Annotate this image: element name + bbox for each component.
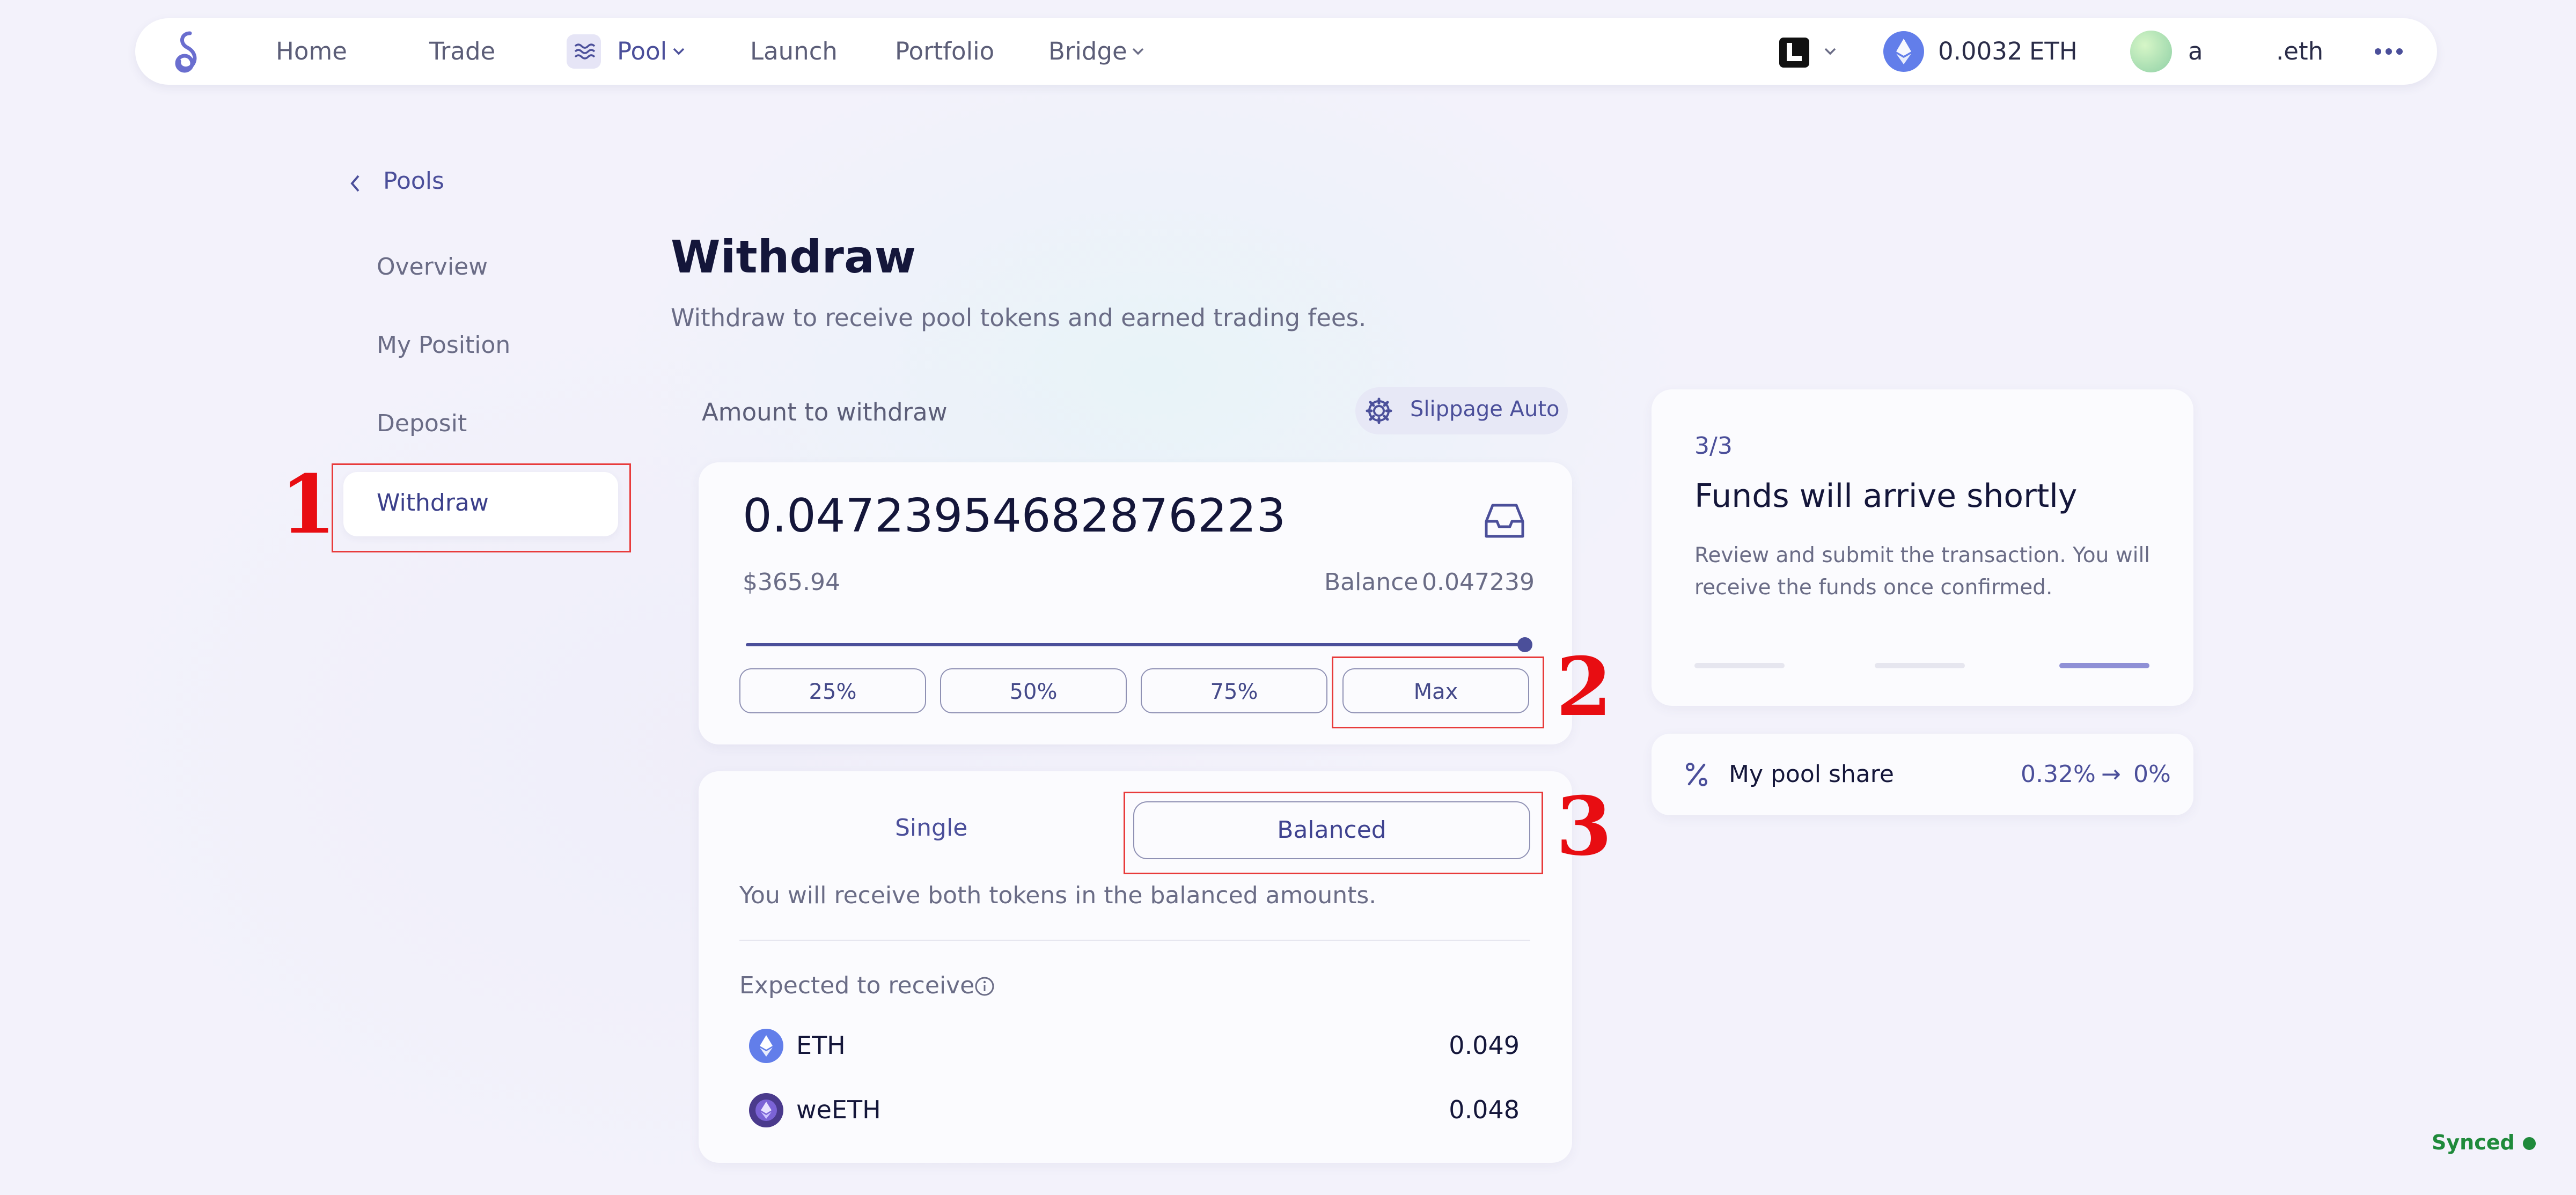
annotation-box-1	[332, 463, 631, 552]
top-nav: Home Trade Pool Launch Portfolio Bridge …	[135, 18, 2437, 85]
usd-value: $365.94	[743, 569, 840, 596]
ens-name[interactable]: .eth	[2276, 18, 2323, 85]
wallet-balance[interactable]: 0.0032	[1938, 18, 2022, 85]
inbox-icon[interactable]	[1482, 501, 1527, 542]
expected-receive-label: Expected to receive	[739, 972, 975, 999]
sync-status-dot	[2523, 1137, 2536, 1150]
more-options-icon[interactable]	[2373, 45, 2405, 58]
slippage-button[interactable]: Slippage Auto	[1355, 387, 1568, 434]
pool-share-label: My pool share	[1729, 761, 1894, 788]
amount-label: Amount to withdraw	[702, 398, 948, 426]
network-selector-icon[interactable]	[1779, 38, 1809, 68]
wallet-balance-unit[interactable]: ETH	[2029, 18, 2078, 85]
app-logo-icon[interactable]	[166, 29, 211, 74]
sidebar-item-deposit[interactable]: Deposit	[377, 410, 467, 437]
pool-icon	[567, 34, 601, 69]
step-indicator: 3/3	[1694, 432, 1733, 460]
back-chevron-icon[interactable]	[348, 173, 364, 194]
pool-share-to: 0%	[2133, 761, 2171, 788]
progress-step-3	[2059, 663, 2149, 668]
avatar[interactable]	[2130, 31, 2172, 72]
progress-step-1	[1694, 663, 1785, 668]
annotation-label-1: 1	[280, 458, 336, 552]
eth-token-icon	[749, 1029, 783, 1063]
nav-trade[interactable]: Trade	[429, 18, 495, 85]
percent-75-button[interactable]: 75%	[1141, 668, 1327, 713]
amount-slider-fill	[746, 643, 1525, 646]
info-icon[interactable]	[973, 975, 996, 998]
tab-single[interactable]: Single	[895, 814, 967, 842]
token-amount: 0.049	[1449, 1031, 1520, 1060]
chevron-down-icon[interactable]	[1131, 46, 1145, 57]
status-body: Review and submit the transaction. You w…	[1694, 543, 2151, 600]
annotation-box-2	[1332, 656, 1544, 728]
status-title: Funds will arrive shortly	[1694, 477, 2078, 515]
progress-step-2	[1875, 663, 1965, 668]
nav-home[interactable]: Home	[276, 18, 347, 85]
sidebar-item-my-position[interactable]: My Position	[377, 331, 510, 359]
sidebar-item-overview[interactable]: Overview	[377, 253, 488, 281]
back-to-pools-link[interactable]: Pools	[383, 167, 444, 195]
eth-icon	[1883, 31, 1924, 72]
nav-pool[interactable]: Pool	[617, 18, 667, 85]
annotation-box-3	[1124, 792, 1543, 874]
token-symbol: weETH	[796, 1095, 881, 1124]
percent-50-button[interactable]: 50%	[940, 668, 1127, 713]
pool-share-arrow: →	[2101, 761, 2121, 788]
page-title: Withdraw	[671, 231, 916, 283]
balance-value[interactable]: 0.047239	[1422, 569, 1535, 596]
annotation-label-2: 2	[1556, 640, 1612, 734]
gear-icon	[1366, 397, 1392, 424]
token-symbol: ETH	[796, 1031, 846, 1060]
nav-portfolio[interactable]: Portfolio	[895, 18, 994, 85]
pool-share-from: 0.32%	[2021, 761, 2096, 788]
mode-description: You will receive both tokens in the bala…	[739, 882, 1377, 909]
chevron-down-icon[interactable]	[672, 46, 686, 57]
amount-slider-track[interactable]	[746, 643, 1525, 646]
sync-status: Synced	[2432, 1131, 2515, 1154]
percent-icon	[1686, 763, 1707, 786]
nav-launch[interactable]: Launch	[750, 18, 838, 85]
annotation-label-3: 3	[1556, 779, 1612, 874]
slippage-label: Slippage Auto	[1410, 397, 1560, 422]
token-amount: 0.048	[1449, 1095, 1520, 1124]
balance-label: Balance	[1324, 569, 1419, 596]
chevron-down-icon[interactable]	[1823, 46, 1837, 57]
account-name[interactable]: a	[2188, 18, 2203, 85]
weeth-token-icon	[749, 1093, 783, 1127]
amount-slider-thumb[interactable]	[1517, 637, 1532, 652]
nav-bridge[interactable]: Bridge	[1048, 18, 1127, 85]
divider	[739, 940, 1530, 941]
percent-25-button[interactable]: 25%	[739, 668, 926, 713]
page-subtitle: Withdraw to receive pool tokens and earn…	[671, 304, 1367, 332]
withdraw-amount-input[interactable]: 0.04723954682876223	[743, 489, 1286, 543]
